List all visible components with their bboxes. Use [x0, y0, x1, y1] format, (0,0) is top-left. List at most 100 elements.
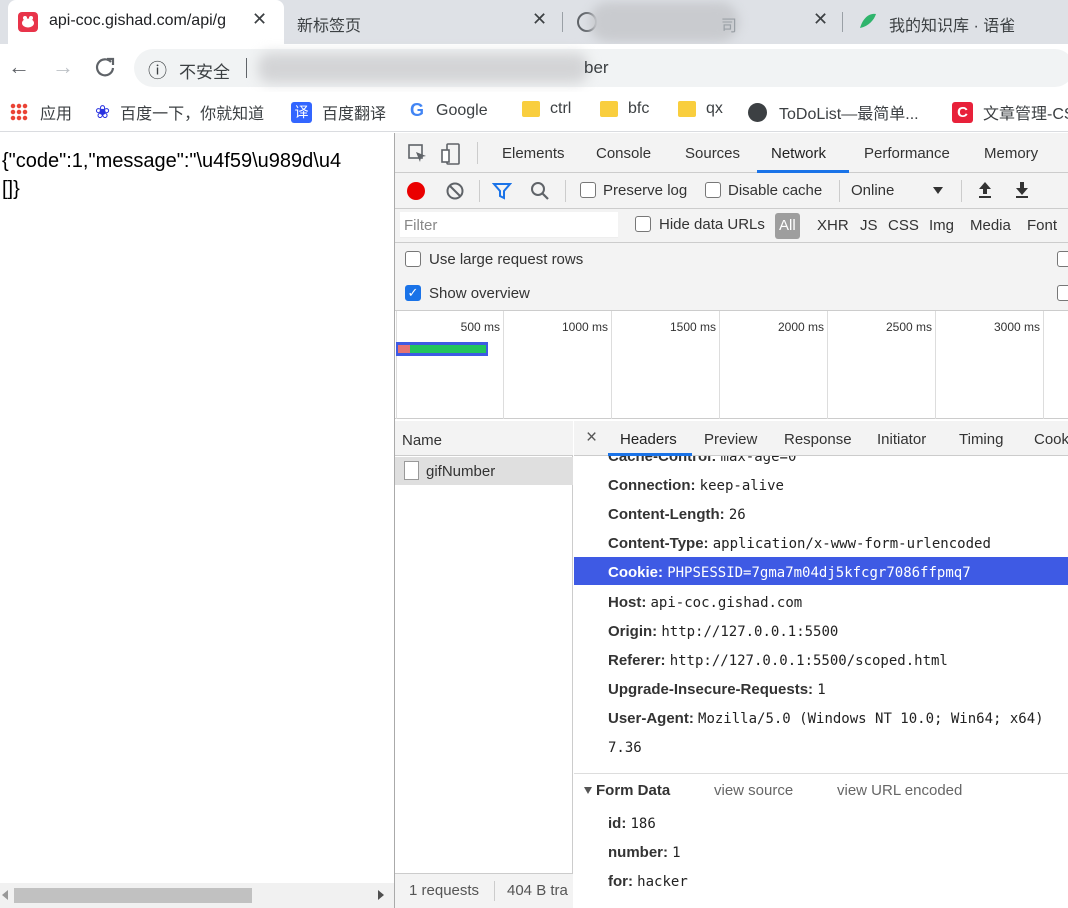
page-content: {"code":1,"message":"\u4f59\u989d\u4 []} [0, 133, 394, 908]
detail-tab-cookies[interactable]: Cook [1034, 431, 1068, 448]
type-filter-font[interactable]: Font [1027, 217, 1057, 234]
tab-performance[interactable]: Performance [864, 145, 950, 162]
yuque-logo-icon [857, 10, 879, 37]
tab-console[interactable]: Console [596, 145, 651, 162]
type-filter-img[interactable]: Img [929, 217, 954, 234]
header-row[interactable]: Upgrade-Insecure-Requests: 1 [608, 681, 826, 698]
reload-button[interactable] [94, 56, 116, 83]
bookmark-csdn[interactable]: C 文章管理-CS [952, 100, 1068, 124]
form-data-title[interactable]: Form Data [596, 782, 670, 799]
divider [961, 180, 962, 202]
tab-elements[interactable]: Elements [502, 145, 565, 162]
hide-data-urls-label[interactable]: Hide data URLs [659, 216, 765, 233]
bookmark-folder-ctrl[interactable]: ctrl [522, 100, 571, 118]
tab-sources[interactable]: Sources [685, 145, 740, 162]
view-url-encoded-link[interactable]: view URL encoded [837, 782, 962, 799]
bookmark-baidu-translate[interactable]: 译 百度翻译 [291, 100, 386, 124]
tab-new[interactable]: 新标签页 ✕ [284, 0, 562, 44]
record-button[interactable] [407, 182, 425, 200]
header-row[interactable]: Referer: http://127.0.0.1:5500/scoped.ht… [608, 652, 948, 669]
scroll-left-icon[interactable] [2, 890, 8, 900]
filter-input[interactable]: Filter [400, 212, 618, 238]
form-field-row[interactable]: number: 1 [608, 844, 681, 861]
show-overview-label[interactable]: Show overview [429, 285, 530, 302]
name-column-header[interactable]: Name [402, 432, 442, 449]
header-row[interactable]: Connection: keep-alive [608, 477, 784, 494]
address-bar[interactable]: ⓘ 不安全 ber [134, 49, 1068, 87]
type-filter-all[interactable]: All [775, 213, 800, 239]
header-row[interactable]: User-Agent: Mozilla/5.0 (Windows NT 10.0… [608, 710, 1044, 727]
header-row-continued: 7.36 [608, 740, 642, 756]
throttling-select[interactable]: Online [851, 182, 894, 199]
header-row[interactable]: Content-Type: application/x-www-form-url… [608, 535, 991, 552]
bookmark-folder-qx[interactable]: qx [678, 100, 723, 118]
search-icon[interactable] [530, 181, 550, 205]
network-overview[interactable]: 500 ms 1000 ms 1500 ms 2000 ms 2500 ms 3… [395, 311, 1068, 419]
tab-memory[interactable]: Memory [984, 145, 1038, 162]
bookmark-apps[interactable]: 应用 [10, 100, 72, 124]
detail-tab-response[interactable]: Response [784, 431, 852, 448]
bookmark-folder-bfc[interactable]: bfc [600, 100, 649, 118]
close-tab-icon[interactable]: ✕ [252, 9, 267, 30]
detail-tab-preview[interactable]: Preview [704, 431, 757, 448]
tab-blurred[interactable]: 司 ✕ [563, 0, 841, 44]
info-icon[interactable]: ⓘ [148, 56, 167, 83]
header-row[interactable]: Cache-Control: max-age=0 [608, 456, 796, 465]
detail-tab-initiator[interactable]: Initiator [877, 431, 926, 448]
dropdown-arrow-icon[interactable] [933, 187, 943, 194]
form-data-section: Form Data view source view URL encoded i… [574, 773, 1068, 908]
close-tab-icon[interactable]: ✕ [532, 9, 547, 30]
csdn-icon: C [952, 101, 973, 123]
header-row[interactable]: Host: api-coc.gishad.com [608, 594, 802, 611]
right-option-checkbox[interactable] [1057, 285, 1068, 301]
type-filter-xhr[interactable]: XHR [817, 217, 849, 234]
detail-tab-headers[interactable]: Headers [620, 431, 677, 448]
type-filter-css[interactable]: CSS [888, 217, 919, 234]
transfer-size: 404 B tra [507, 882, 568, 899]
header-row[interactable]: Content-Length: 26 [608, 506, 746, 523]
close-detail-icon[interactable]: × [586, 427, 597, 449]
large-rows-checkbox[interactable] [405, 251, 421, 267]
export-har-icon[interactable] [1014, 180, 1030, 204]
bookmark-baidu[interactable]: ❀ 百度一下，你就知道 [95, 100, 264, 124]
request-row[interactable]: gifNumber [395, 457, 573, 485]
import-har-icon[interactable] [977, 180, 993, 204]
scroll-right-icon[interactable] [378, 890, 384, 900]
show-overview-checkbox[interactable]: ✓ [405, 285, 421, 301]
preserve-log-checkbox[interactable] [580, 182, 596, 198]
bookmark-todolist[interactable]: ToDoList—最简单... [748, 100, 919, 124]
form-field-row[interactable]: for: hacker [608, 873, 688, 890]
request-name: gifNumber [426, 463, 496, 480]
forward-button[interactable]: → [52, 54, 74, 80]
bookmark-google[interactable]: G Google [410, 100, 488, 121]
type-filter-js[interactable]: JS [860, 217, 878, 234]
expand-triangle-icon[interactable] [584, 787, 592, 794]
close-tab-icon[interactable]: ✕ [813, 9, 828, 30]
security-label[interactable]: 不安全 [179, 58, 230, 83]
tab-api[interactable]: api-coc.gishad.com/api/g ✕ [8, 0, 284, 44]
bookmark-label: 百度翻译 [322, 106, 387, 123]
filter-placeholder: Filter [404, 217, 438, 234]
inspect-element-icon[interactable] [408, 144, 428, 168]
timeline-gridline [1043, 311, 1044, 419]
tab-yuque[interactable]: 我的知识库 · 语雀 [843, 0, 1068, 44]
back-button[interactable]: ← [8, 54, 30, 80]
filter-icon[interactable] [491, 181, 513, 205]
large-rows-label[interactable]: Use large request rows [429, 251, 583, 268]
preserve-log-label[interactable]: Preserve log [603, 182, 687, 199]
right-option-checkbox[interactable] [1057, 251, 1068, 267]
detail-tab-timing[interactable]: Timing [959, 431, 1003, 448]
clear-icon[interactable] [445, 181, 465, 205]
device-toggle-icon[interactable] [441, 143, 461, 169]
disable-cache-label[interactable]: Disable cache [728, 182, 822, 199]
header-row-selected[interactable]: Cookie: PHPSESSID=7gma7m04dj5kfcgr7086ff… [608, 564, 971, 581]
scrollbar-thumb[interactable] [14, 888, 252, 903]
type-filter-media[interactable]: Media [970, 217, 1011, 234]
hide-data-urls-checkbox[interactable] [635, 216, 651, 232]
disable-cache-checkbox[interactable] [705, 182, 721, 198]
view-source-link[interactable]: view source [714, 782, 793, 799]
tab-network[interactable]: Network [771, 145, 826, 162]
form-field-row[interactable]: id: 186 [608, 815, 656, 832]
header-row[interactable]: Origin: http://127.0.0.1:5500 [608, 623, 838, 640]
horizontal-scrollbar[interactable] [0, 883, 394, 908]
